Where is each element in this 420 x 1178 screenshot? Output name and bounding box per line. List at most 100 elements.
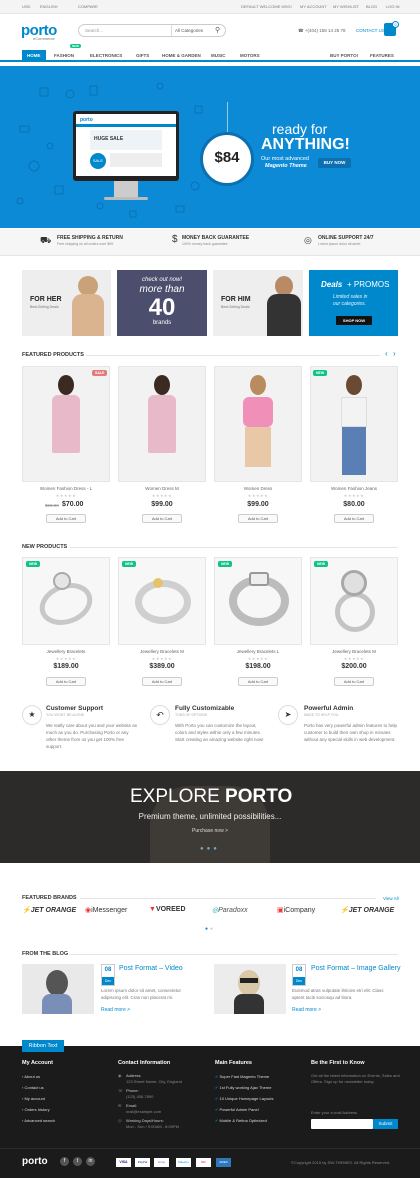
- footer-link[interactable]: › Advanced search: [22, 1118, 55, 1123]
- nav-gifts[interactable]: GIFTS: [136, 53, 149, 58]
- brand-logo[interactable]: ◉iMessenger: [85, 906, 127, 914]
- add-to-cart-button[interactable]: Add to Cart: [46, 514, 86, 523]
- product-image[interactable]: [310, 557, 398, 645]
- product-name[interactable]: Jewellery Bracelets L: [214, 649, 302, 654]
- blog-post-image[interactable]: [214, 964, 286, 1014]
- phone-label: Phone:: [126, 1088, 139, 1093]
- brand-logo[interactable]: ⚡JET ORANGE: [340, 906, 394, 914]
- footer-link[interactable]: › Orders history: [22, 1107, 50, 1112]
- product-name[interactable]: Jewellery Bracelets M: [310, 649, 398, 654]
- nav-buy-porto[interactable]: BUY PORTO!: [330, 53, 358, 58]
- nav-music[interactable]: MUSIC: [211, 53, 226, 58]
- twitter-icon[interactable]: t: [73, 1157, 82, 1166]
- screen-nav: [76, 124, 176, 127]
- add-to-cart-button[interactable]: Add to Cart: [238, 514, 278, 523]
- hero-desc2: Magento Theme: [265, 163, 307, 169]
- prev-arrow-icon[interactable]: ‹: [385, 349, 388, 358]
- view-all-link[interactable]: View All: [383, 896, 399, 901]
- footer-link[interactable]: › My account: [22, 1096, 45, 1101]
- my-account-link[interactable]: MY ACCOUNT: [300, 4, 327, 9]
- add-to-cart-button[interactable]: Add to Cart: [238, 677, 278, 686]
- star-icon: ★: [22, 705, 42, 725]
- explore-purchase-link[interactable]: Purchase now >: [0, 828, 420, 834]
- brand-logo[interactable]: ▼VOREED: [149, 906, 186, 913]
- product-image[interactable]: [22, 366, 110, 482]
- product-name[interactable]: Women Dress M: [118, 486, 206, 491]
- product-name[interactable]: Women Fashion Dress - L: [22, 486, 110, 491]
- brand-logo[interactable]: ⚡JET ORANGE: [22, 906, 76, 914]
- address-label: Address: [126, 1073, 141, 1078]
- nav-home[interactable]: HOME: [22, 50, 46, 61]
- service-sub: MADE TO HELP YOU: [304, 713, 339, 717]
- email-value[interactable]: mail@example.com: [126, 1109, 161, 1114]
- nav-motors[interactable]: MOTORS: [240, 53, 260, 58]
- login-link[interactable]: LOG IN: [386, 4, 400, 9]
- hero-buy-now-button[interactable]: BUY NOW: [318, 158, 351, 168]
- blog-post-title[interactable]: Post Format – Video: [119, 965, 183, 972]
- product-image[interactable]: [310, 366, 398, 482]
- banner-brands[interactable]: check out now! more than 40 brands: [117, 270, 207, 336]
- product-name[interactable]: Women Fashion Jeans: [310, 486, 398, 491]
- banner-for-her[interactable]: FOR HER Best-Selling Deals: [22, 270, 111, 336]
- add-to-cart-button[interactable]: Add to Cart: [334, 514, 374, 523]
- top-bar: USD ENGLISH COMPARE DEFAULT WELCOME MSG!…: [0, 0, 420, 14]
- banner-deals[interactable]: Deals + PROMOS Limited sales in our cate…: [309, 270, 398, 336]
- next-arrow-icon[interactable]: ›: [393, 349, 396, 358]
- nav-home-garden[interactable]: HOME & GARDEN: [162, 53, 201, 58]
- blog-post-title[interactable]: Post Format – Image Gallery: [311, 965, 400, 972]
- blog-model-body: [234, 994, 264, 1014]
- blog-link[interactable]: BLOG: [366, 4, 377, 9]
- compare-link[interactable]: COMPARE: [78, 4, 98, 9]
- brand-logo[interactable]: ▣iCompany: [277, 906, 315, 914]
- blog-post-image[interactable]: [22, 964, 94, 1014]
- currency-selector[interactable]: USD: [22, 4, 30, 9]
- feature-money-title: MONEY BACK GUARANTEE: [182, 235, 250, 241]
- product-image[interactable]: [214, 366, 302, 482]
- footer-link[interactable]: › Contact us: [22, 1085, 44, 1090]
- explore-title: EXPLORE PORTO: [130, 786, 292, 808]
- brands-carousel-dots[interactable]: ●●: [205, 926, 215, 932]
- newsletter-email-input[interactable]: [311, 1119, 373, 1129]
- shop-now-button[interactable]: SHOP NOW: [336, 316, 372, 325]
- read-more-link[interactable]: Read more >: [292, 1007, 321, 1013]
- screen-sale-badge: SALE: [90, 153, 106, 169]
- search-icon[interactable]: ⚲: [215, 26, 220, 34]
- footer-logo[interactable]: porto: [22, 1156, 48, 1167]
- page: { "topbar": { "currency": "USD", "langua…: [0, 0, 420, 1178]
- slider-dots[interactable]: ●●●: [200, 846, 220, 852]
- check-icon: ✔: [215, 1118, 219, 1123]
- product-name[interactable]: Jewellery Bracelets: [22, 649, 110, 654]
- dress: [52, 395, 80, 453]
- read-more-link[interactable]: Read more >: [101, 1007, 130, 1013]
- nav-features[interactable]: FEATURES: [370, 53, 394, 58]
- add-to-cart-button[interactable]: Add to Cart: [142, 514, 182, 523]
- product-image[interactable]: [214, 557, 302, 645]
- location-icon: ◉: [118, 1073, 122, 1078]
- nav-fashion[interactable]: FASHION: [54, 53, 74, 58]
- product-image[interactable]: [118, 366, 206, 482]
- product-name[interactable]: Jewellery Bracelets M: [118, 649, 206, 654]
- language-selector[interactable]: ENGLISH: [40, 4, 58, 9]
- search-input[interactable]: Search...: [85, 28, 103, 33]
- product-image[interactable]: [118, 557, 206, 645]
- linkedin-icon[interactable]: in: [86, 1157, 95, 1166]
- rating-stars: ★★★★★: [343, 656, 365, 661]
- wishlist-link[interactable]: MY WISHLIST: [333, 4, 359, 9]
- add-to-cart-button[interactable]: Add to Cart: [142, 677, 182, 686]
- add-to-cart-button[interactable]: Add to Cart: [46, 677, 86, 686]
- category-select[interactable]: All Categories: [175, 28, 203, 33]
- rating-stars: ★★★★★: [247, 656, 269, 661]
- newsletter-submit-button[interactable]: Submit: [373, 1119, 398, 1129]
- hours-value: Mon - Sun / 9:00AM - 8:00PM: [126, 1124, 179, 1129]
- footer-link[interactable]: › About us: [22, 1074, 40, 1079]
- footer-col-title: Main Features: [215, 1060, 252, 1066]
- brand-logo[interactable]: ◎Paradoxx: [212, 906, 248, 914]
- product-image[interactable]: [22, 557, 110, 645]
- newsletter-text: Get all the latest information on Events…: [311, 1073, 400, 1084]
- contact-us-link[interactable]: CONTACT US: [356, 28, 385, 33]
- facebook-icon[interactable]: f: [60, 1157, 69, 1166]
- nav-electronics[interactable]: ELECTRONICS: [90, 53, 122, 58]
- banner-for-him[interactable]: FOR HIM Best-Selling Deals: [213, 270, 303, 336]
- add-to-cart-button[interactable]: Add to Cart: [334, 677, 374, 686]
- product-name[interactable]: Women Dress: [214, 486, 302, 491]
